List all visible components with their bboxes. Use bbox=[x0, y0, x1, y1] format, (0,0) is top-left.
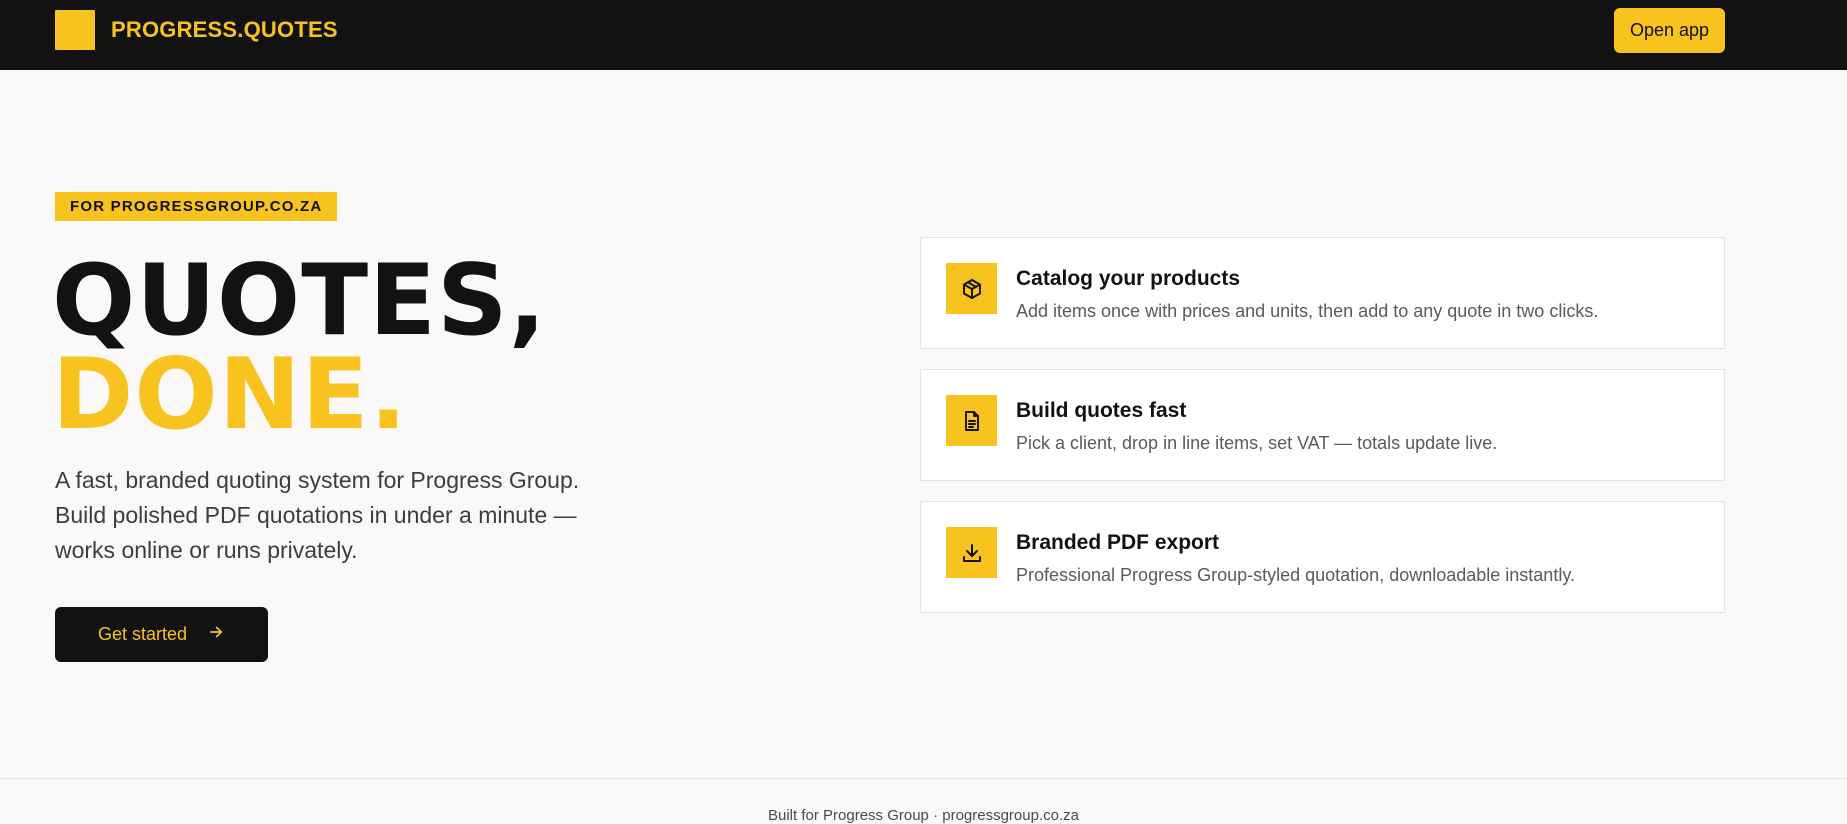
box-icon bbox=[946, 263, 997, 314]
footer-divider bbox=[0, 778, 1847, 779]
get-started-button[interactable]: Get started bbox=[55, 607, 268, 662]
get-started-label: Get started bbox=[97, 624, 188, 644]
hero-heading-line1: QUOTES, bbox=[52, 244, 547, 358]
hero-description-line3: works online or runs privately. bbox=[55, 537, 358, 563]
brand-logo[interactable]: PROGRESS.QUOTES bbox=[55, 10, 338, 50]
feature-card-catalog: Catalog your products Add items once wit… bbox=[920, 237, 1725, 349]
brand-name: PROGRESS.QUOTES bbox=[111, 17, 338, 42]
feature-title: Catalog your products bbox=[1016, 267, 1241, 290]
hero-description: A fast, branded quoting system for Progr… bbox=[55, 463, 655, 568]
feature-text: Professional Progress Group-styled quota… bbox=[1016, 565, 1575, 585]
download-icon bbox=[946, 527, 997, 578]
feature-text: Add items once with prices and units, th… bbox=[1016, 301, 1599, 321]
feature-title: Branded PDF export bbox=[1016, 531, 1220, 554]
open-app-button[interactable]: Open app bbox=[1614, 8, 1725, 53]
hero-description-line1: A fast, branded quoting system for Progr… bbox=[55, 467, 580, 493]
feature-title: Build quotes fast bbox=[1016, 399, 1187, 422]
top-navigation-bar: PROGRESS.QUOTES Open app bbox=[0, 0, 1847, 70]
feature-card-build: Build quotes fast Pick a client, drop in… bbox=[920, 369, 1725, 481]
hero-heading-line2: DONE. bbox=[52, 338, 408, 452]
document-icon bbox=[946, 395, 997, 446]
footer-text: Built for Progress Group · progressgroup… bbox=[768, 807, 1079, 824]
audience-tag: FOR PROGRESSGROUP.CO.ZA bbox=[55, 192, 338, 221]
arrow-right-icon bbox=[207, 623, 225, 646]
hero-description-line2: Build polished PDF quotations in under a… bbox=[55, 502, 577, 528]
brand-mark-icon bbox=[55, 10, 95, 50]
feature-card-export: Branded PDF export Professional Progress… bbox=[920, 501, 1725, 613]
feature-text: Pick a client, drop in line items, set V… bbox=[1016, 433, 1498, 453]
